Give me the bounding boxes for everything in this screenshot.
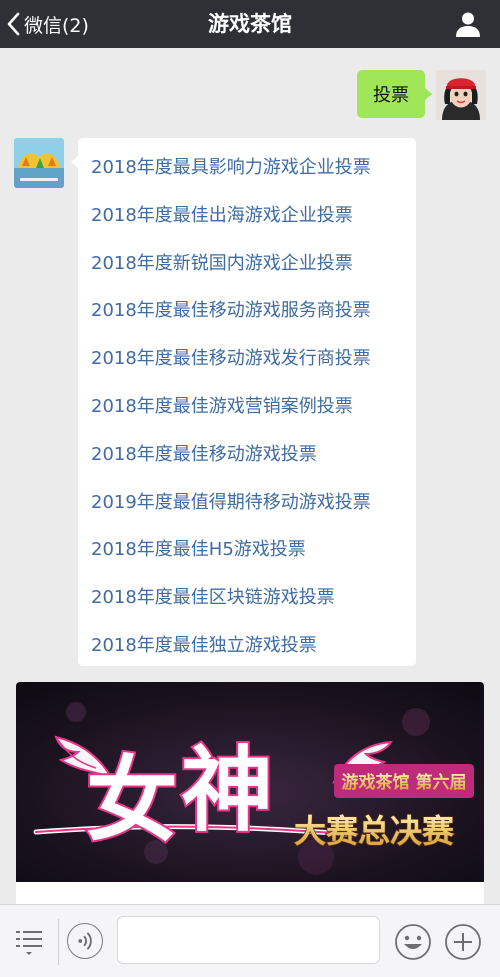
vote-list-message: 2018年度最具影响力游戏企业投票 2018年度最佳出海游戏企业投票 2018年度新… — [71, 138, 416, 666]
banner-subtitle-1: 游戏茶馆 第六届 — [342, 772, 467, 793]
vote-link[interactable]: 2018年度新锐国内游戏企业投票 — [78, 240, 416, 288]
toolbar-divider — [58, 919, 59, 965]
game-logo-image — [14, 138, 64, 188]
emoji-icon[interactable] — [394, 923, 432, 961]
banner-subtitle-2: 大赛总决赛 — [294, 812, 455, 850]
person-icon[interactable] — [454, 10, 482, 38]
navigation-bar: 微信(2) 游戏茶馆 — [0, 0, 500, 48]
vote-link[interactable]: 2018年度最具影响力游戏企业投票 — [78, 144, 416, 192]
chevron-left-icon — [7, 12, 20, 36]
outgoing-message-text: 投票 — [373, 85, 409, 106]
message-input[interactable] — [117, 916, 380, 964]
vote-link[interactable]: 2019年度最值得期待移动游戏投票 — [78, 479, 416, 527]
vote-link[interactable]: 2018年度最佳移动游戏投票 — [78, 431, 416, 479]
vote-link[interactable]: 2018年度最佳出海游戏企业投票 — [78, 192, 416, 240]
article-banner-image: 女 神 游戏茶馆 第六届 大赛总决赛 — [16, 682, 484, 882]
back-label: 微信(2) — [24, 14, 89, 37]
vote-link[interactable]: 2018年度最佳H5游戏投票 — [78, 526, 416, 574]
user-avatar-image — [436, 70, 486, 120]
vote-link[interactable]: 2018年度最佳移动游戏发行商投票 — [78, 335, 416, 383]
official-account-avatar[interactable] — [14, 138, 64, 188]
banner-big-text-2: 神 — [181, 737, 273, 844]
vote-link[interactable]: 2018年度最佳游戏营销案例投票 — [78, 383, 416, 431]
input-toolbar — [0, 904, 500, 977]
vote-link[interactable]: 2018年度最佳区块链游戏投票 — [78, 574, 416, 622]
article-card[interactable]: 女 神 游戏茶馆 第六届 大赛总决赛 — [16, 682, 484, 922]
back-button[interactable]: 微信(2) — [6, 0, 89, 48]
banner-big-text-1: 女 — [86, 747, 178, 854]
menu-icon[interactable] — [14, 925, 44, 957]
plus-icon[interactable] — [444, 923, 482, 961]
user-avatar[interactable] — [436, 70, 486, 120]
outgoing-message[interactable]: 投票 — [357, 70, 432, 118]
vote-link[interactable]: 2018年度最佳独立游戏投票 — [78, 622, 416, 670]
voice-icon[interactable] — [67, 923, 103, 959]
vote-link[interactable]: 2018年度最佳移动游戏服务商投票 — [78, 287, 416, 335]
